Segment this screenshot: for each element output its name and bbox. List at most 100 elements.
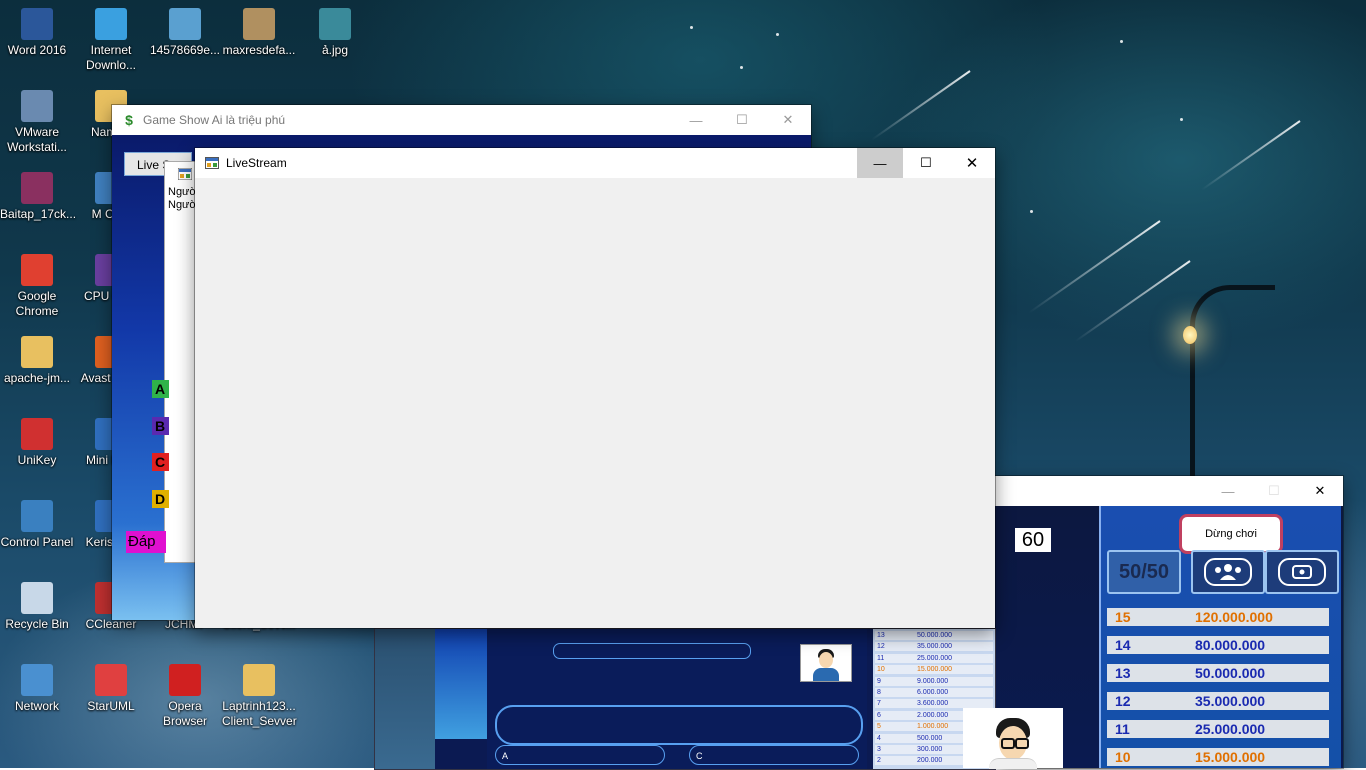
preview-prize-level: 12 <box>877 643 885 651</box>
desktop-icon[interactable]: maxresdefa... <box>222 8 296 58</box>
desktop-icon[interactable]: Baitap_17ck... <box>0 172 77 222</box>
preview-prize-level: 4 <box>877 734 881 742</box>
word-icon <box>21 8 53 40</box>
preview-prize-amount: 6.000.000 <box>917 689 949 696</box>
desktop-icon-label: maxresdefa... <box>222 43 296 57</box>
desktop-icon-label: UniKey <box>17 453 57 467</box>
fifty-fifty-button[interactable]: 50/50 <box>1107 550 1181 594</box>
desktop-icon[interactable]: Recycle Bin <box>0 582 74 632</box>
preview-prize-level: 10 <box>877 666 885 674</box>
minimize-button[interactable]: — <box>1205 476 1251 506</box>
preview-prize-level: 5 <box>877 723 881 731</box>
desktop-icon[interactable]: VMware Workstati... <box>0 90 74 155</box>
fifty-fifty-icon: 50/50 <box>1118 560 1170 583</box>
maximize-button[interactable]: ☐ <box>719 105 765 135</box>
desktop-icon[interactable]: 14578669e... <box>148 8 222 58</box>
desktop-icon-label: StarUML <box>87 699 135 713</box>
meteor <box>1201 120 1301 191</box>
answer-a-label[interactable]: A <box>152 380 169 398</box>
prize-amount: 50.000.000 <box>1195 665 1266 681</box>
desktop-icon[interactable]: Opera Browser <box>148 664 222 729</box>
desktop-icon-label: Control Panel <box>0 535 74 549</box>
game-show-titlebar[interactable]: $ Game Show Ai là triệu phú — ☐ ✕ <box>112 105 811 135</box>
preview-prize-amount: 50.000.000 <box>917 632 953 639</box>
player-window-titlebar[interactable]: — ☐ ✕ <box>995 476 1343 506</box>
answer-c-label[interactable]: C <box>152 453 169 471</box>
game-preview-image: A C 13 50.000.000 12 35.000.000 11 25.000.000… <box>374 628 996 770</box>
control-panel-icon <box>21 500 53 532</box>
winrar-icon <box>21 172 53 204</box>
prize-row: 11 25.000.000 <box>1107 720 1329 738</box>
desktop-icon[interactable]: Google Chrome <box>0 254 74 319</box>
desktop-icon-label: VMware Workstati... <box>7 125 67 154</box>
preview-prize-amount: 9.000.000 <box>917 677 949 685</box>
star <box>1120 40 1123 43</box>
phone-friend-button[interactable] <box>1265 550 1339 594</box>
livestream-titlebar[interactable]: LiveStream — ☐ ✕ <box>195 148 995 178</box>
image-file-icon <box>319 8 351 40</box>
prize-row: 13 50.000.000 <box>1107 664 1329 682</box>
close-button[interactable]: ✕ <box>765 105 811 135</box>
prize-level: 11 <box>1115 721 1130 737</box>
prize-amount: 80.000.000 <box>1195 637 1266 653</box>
maximize-button[interactable]: ☐ <box>903 148 949 178</box>
stop-playing-button[interactable]: Dừng chơi <box>1179 514 1283 554</box>
close-button[interactable]: ✕ <box>1297 476 1343 506</box>
livestream-window[interactable]: LiveStream — ☐ ✕ <box>195 148 995 628</box>
desktop-icon[interactable]: UniKey <box>0 418 74 468</box>
preview-prize-amount: 300.000 <box>917 746 943 753</box>
prize-row: 10 15.000.000 <box>1107 748 1329 766</box>
ask-audience-button[interactable] <box>1191 550 1265 594</box>
staruml-icon <box>95 664 127 696</box>
desktop-icon[interactable]: Internet Downlo... <box>74 8 148 73</box>
desktop-icon[interactable]: apache-jm... <box>0 336 74 386</box>
desktop-icon-label: Opera Browser <box>162 699 207 728</box>
answer-d-label[interactable]: D <box>152 490 169 508</box>
window-title: Game Show Ai là triệu phú <box>143 113 286 127</box>
preview-game-strip <box>435 629 487 739</box>
minimize-button[interactable]: — <box>857 148 903 178</box>
preview-prize-amount: 500.000 <box>917 734 943 742</box>
star <box>776 33 779 36</box>
unikey-icon <box>21 418 53 450</box>
desktop-icon[interactable]: ả.jpg <box>298 8 372 58</box>
preview-prize-row: 10 15.000.000 <box>875 665 993 675</box>
preview-prize-amount: 3.600.000 <box>917 700 949 708</box>
folder-icon <box>243 664 275 696</box>
desktop-icon-label: Network <box>14 699 59 713</box>
preview-prize-amount: 1.000.000 <box>917 723 949 731</box>
preview-prize-row: 8 6.000.000 <box>875 688 993 697</box>
desktop-icon[interactable]: Control Panel <box>0 500 74 550</box>
desktop-icon-label: Laptrinh123... Client_Sevver <box>222 699 297 728</box>
preview-prize-row: 12 35.000.000 <box>875 642 993 652</box>
prize-level: 13 <box>1115 665 1131 681</box>
desktop-icon[interactable]: Word 2016 <box>0 8 74 58</box>
desktop-icon[interactable]: Network <box>0 664 74 714</box>
preview-prize-row: 13 50.000.000 <box>875 631 993 640</box>
prize-level: 12 <box>1115 693 1131 709</box>
lamp-light <box>1183 326 1197 344</box>
preview-prize-level: 3 <box>877 746 881 753</box>
desktop-icon[interactable]: StarUML <box>74 664 148 714</box>
phone-icon <box>1278 558 1326 586</box>
folder-icon <box>21 336 53 368</box>
close-button[interactable]: ✕ <box>949 148 995 178</box>
maximize-button[interactable]: ☐ <box>1251 476 1297 506</box>
idm-icon <box>95 8 127 40</box>
meteor <box>1028 220 1161 314</box>
minimize-button[interactable]: — <box>673 105 719 135</box>
answer-b-label[interactable]: B <box>152 417 169 435</box>
preview-prize-level: 2 <box>877 757 881 765</box>
audience-icon <box>1204 558 1252 586</box>
desktop-icon-label: Baitap_17ck... <box>0 207 77 221</box>
preview-prize-level: 6 <box>877 711 881 719</box>
star <box>1180 118 1183 121</box>
preview-prize-amount: 15.000.000 <box>917 666 953 674</box>
preview-prize-amount: 35.000.000 <box>917 643 953 651</box>
preview-prize-level: 9 <box>877 677 881 685</box>
answer-button[interactable]: Đáp <box>126 531 166 553</box>
desktop-icon-label: Word 2016 <box>7 43 67 57</box>
desktop-icon[interactable]: Laptrinh123... Client_Sevver <box>222 664 297 729</box>
chrome-icon <box>21 254 53 286</box>
desktop-icon-label: apache-jm... <box>3 371 71 385</box>
